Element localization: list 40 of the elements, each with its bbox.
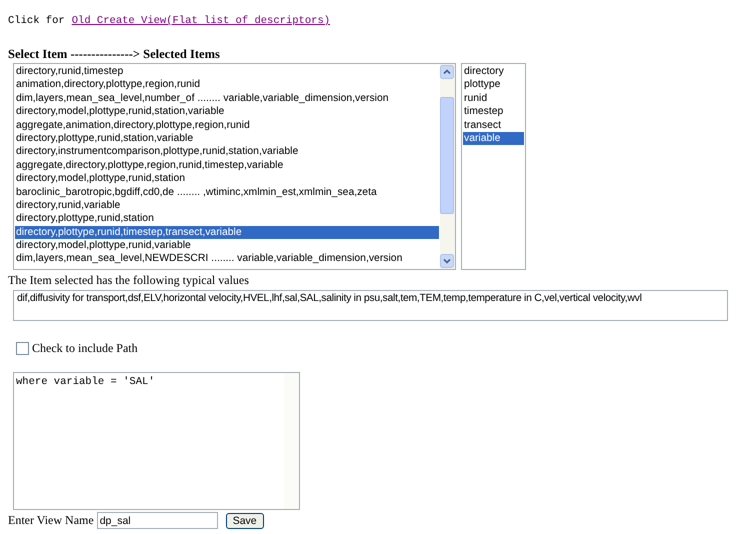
list-item[interactable]: directory,model,plottype,runid,variable [15, 239, 439, 252]
include-path-checkbox[interactable] [16, 342, 29, 355]
view-name-field[interactable]: dp_sal [96, 512, 218, 529]
query-text: where variable = 'SAL' [15, 375, 156, 390]
view-name-label: Enter View Name [8, 513, 94, 528]
list-item[interactable]: baroclinic_barotropic,bgdiff,cd0,de ........ ,wtiminc,xmlmin_est,xmlmin_sea,zeta [15, 186, 439, 199]
scrollbar-thumb[interactable] [440, 97, 454, 214]
list-item[interactable]: directory,plottype,runid,station,variable [15, 132, 439, 146]
values-field: dif,diffusivity for transport,dsf,ELV,horizontal velocity,HVEL,lhf,sal,SAL,salinity in psu,salt,tem,TEM,temp,temperature in C,vel,vertical velocity,wvl [13, 290, 728, 321]
list-item[interactable]: animation,directory,plottype,region,runid [15, 78, 439, 92]
link-prefix: Click for [8, 15, 65, 27]
scrollbar[interactable] [284, 373, 299, 509]
old-view-link[interactable]: Old Create View(Flat list of descriptors) [72, 15, 330, 27]
query-field[interactable]: where variable = 'SAL' [13, 372, 300, 510]
values-caption: The Item selected has the following typical values [8, 273, 250, 288]
list-item[interactable]: aggregate,directory,plottype,region,runid,timestep,variable [15, 158, 439, 172]
list-item[interactable]: dim,layers,mean_sea_level,NEWDESCRI ........ variable,variable_dimension,version [15, 252, 439, 266]
list-item[interactable]: dim,layers,mean_sea_level,number_of ........ variable,variable_dimension,version [15, 92, 439, 106]
checkbox-label: Check to include Path [32, 341, 138, 356]
scroll-up-icon[interactable] [440, 65, 454, 79]
list-item[interactable]: directory,model,plottype,runid,station,variable [15, 105, 439, 119]
list-item[interactable]: timestep [463, 105, 524, 119]
scroll-down-icon[interactable] [440, 254, 454, 268]
list-item[interactable]: transect [463, 118, 524, 132]
selected-list[interactable]: directory plottype runid timestep transect variable [461, 63, 526, 270]
list-item[interactable]: aggregate,animation,directory,plottype,region,runid [15, 118, 439, 132]
save-button[interactable]: Save [226, 512, 264, 528]
list-item[interactable]: runid [463, 92, 524, 106]
list-item[interactable]: directory [463, 65, 524, 78]
list-item[interactable]: directory,runid,timestep [15, 65, 439, 78]
scrollbar[interactable] [440, 64, 455, 269]
list-item[interactable]: plottype [463, 78, 524, 92]
list-item[interactable]: directory,plottype,runid,station [15, 212, 439, 226]
item-list[interactable] [13, 63, 456, 270]
list-item[interactable]: directory,model,plottype,runid,station [15, 172, 439, 186]
list-item[interactable]: directory,plottype,runid,timestep,transect,variable [15, 226, 439, 240]
list-item[interactable]: directory,runid,variable [15, 198, 439, 212]
list-item[interactable]: directory,instrumentcomparison,plottype,runid,station,variable [15, 145, 439, 159]
list-item[interactable]: variable [463, 132, 524, 146]
section-heading: Select Item ---------------> Selected Items [8, 47, 221, 62]
